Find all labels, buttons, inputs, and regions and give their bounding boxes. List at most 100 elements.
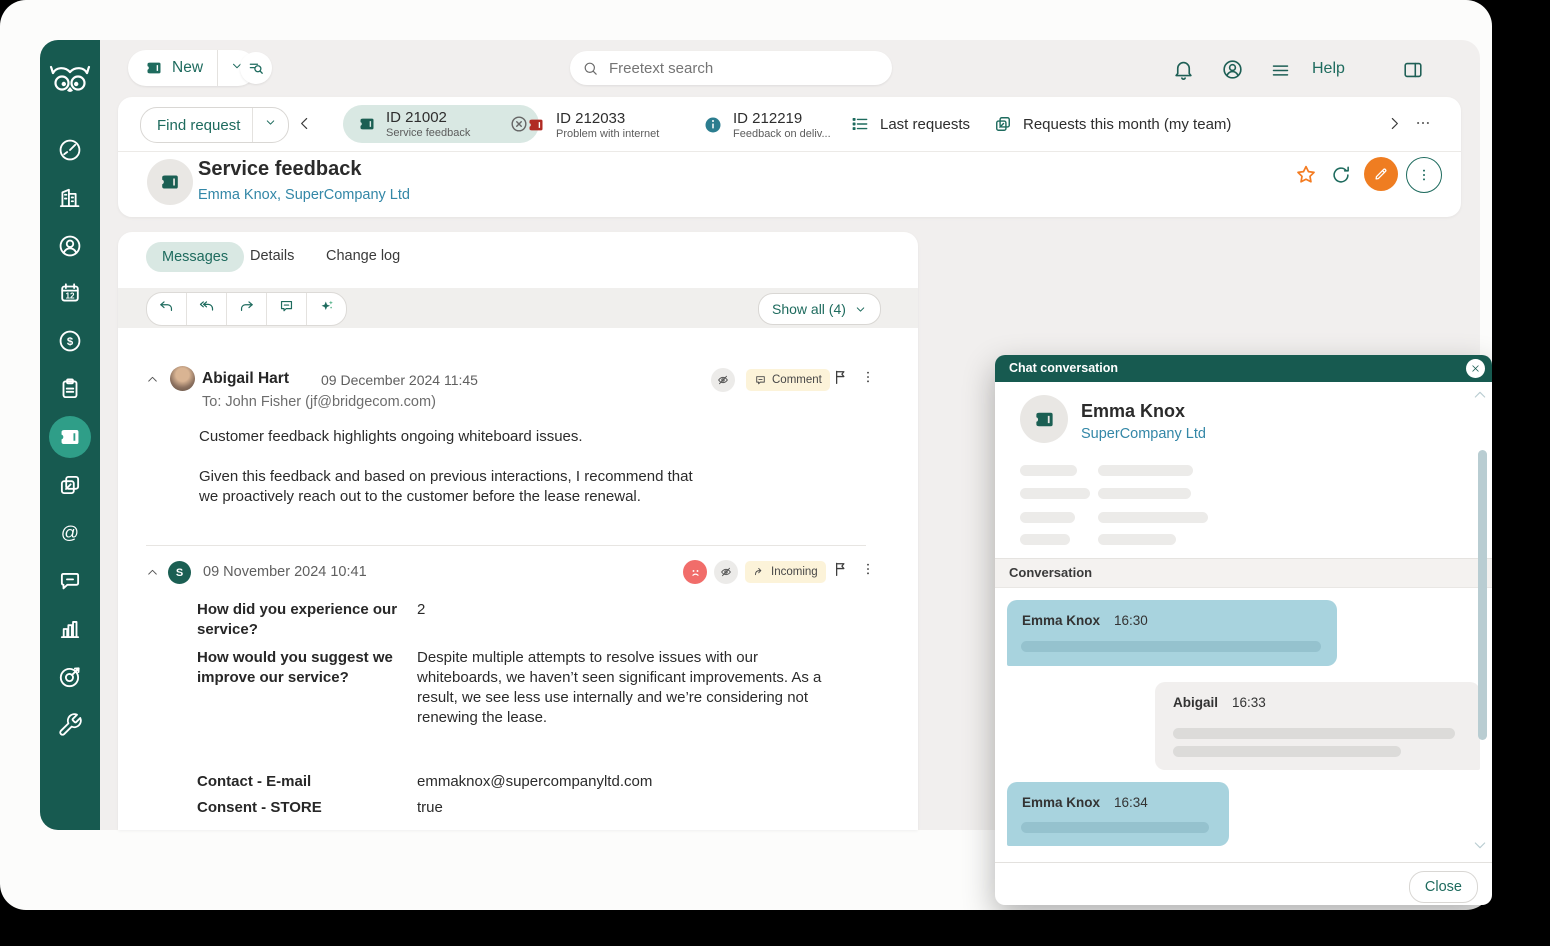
tabs-scroll-left[interactable] xyxy=(296,115,313,137)
chevron-down-icon xyxy=(854,303,867,316)
scroll-up-button[interactable] xyxy=(1472,387,1488,408)
sentiment-negative xyxy=(683,560,707,584)
sidebar-item-contacts[interactable] xyxy=(57,233,83,259)
notifications-button[interactable] xyxy=(1172,58,1195,86)
skeleton-line xyxy=(1098,465,1193,476)
qa-question: How did you experience our service? xyxy=(197,600,409,640)
star-icon xyxy=(1294,163,1318,187)
qa-question: How would you suggest we improve our ser… xyxy=(197,648,409,688)
scrollbar-thumb[interactable] xyxy=(1478,450,1487,740)
search-input[interactable] xyxy=(607,59,851,78)
menu-button[interactable] xyxy=(1270,60,1291,86)
contact-link[interactable]: Emma Knox, SuperCompany Ltd xyxy=(198,187,410,203)
sidebar-item-dashboard[interactable] xyxy=(57,137,83,163)
message-more-button[interactable] xyxy=(860,369,876,390)
find-request-dropdown[interactable] xyxy=(253,116,288,134)
badge-label: Incoming xyxy=(771,566,818,578)
sidebar-item-companies[interactable] xyxy=(57,185,83,211)
ai-assist-button[interactable] xyxy=(307,298,346,320)
chat-close-button[interactable] xyxy=(1466,359,1485,378)
flag-icon xyxy=(832,560,850,578)
sidebar-item-tasks[interactable] xyxy=(57,376,83,402)
skeleton-line xyxy=(1020,488,1090,499)
panel-toggle-button[interactable] xyxy=(1402,59,1424,86)
page-title: Service feedback xyxy=(198,158,361,181)
visibility-toggle[interactable] xyxy=(714,560,738,584)
chevron-down-icon xyxy=(264,116,277,129)
svg-text:@: @ xyxy=(61,523,79,543)
chat-close-footer-button[interactable]: Close xyxy=(1409,871,1478,903)
tab-change-log[interactable]: Change log xyxy=(326,248,400,264)
tab-messages[interactable]: Messages xyxy=(146,242,244,272)
at-sign-icon: @ xyxy=(57,520,83,546)
tab-last-requests[interactable]: Last requests xyxy=(850,114,970,134)
forward-icon xyxy=(238,298,255,315)
edit-button[interactable] xyxy=(1364,157,1398,191)
dollar-icon: $ xyxy=(57,328,83,354)
copy-docs-icon xyxy=(57,472,83,498)
tab-request-212219[interactable]: ID 212219 Feedback on deliv... xyxy=(703,110,831,140)
collapse-message-button[interactable] xyxy=(146,373,159,391)
help-link[interactable]: Help xyxy=(1312,60,1345,78)
request-more-button[interactable] xyxy=(1406,157,1442,193)
tabs-scroll-right[interactable] xyxy=(1386,115,1403,137)
message-timestamp: 09 November 2024 10:41 xyxy=(203,564,367,580)
show-all-dropdown[interactable]: Show all (4) xyxy=(758,293,881,325)
close-button-label: Close xyxy=(1425,879,1462,895)
bubble-author: Abigail xyxy=(1173,695,1218,710)
sidebar-item-settings[interactable] xyxy=(57,712,83,738)
message-more-button[interactable] xyxy=(860,561,876,582)
forward-button[interactable] xyxy=(227,298,266,320)
owl-logo-icon xyxy=(48,62,92,104)
visibility-toggle[interactable] xyxy=(711,368,735,392)
flag-button[interactable] xyxy=(832,368,850,391)
refresh-button[interactable] xyxy=(1330,164,1352,191)
sidebar-item-documents[interactable] xyxy=(57,472,83,498)
tabs-more-button[interactable] xyxy=(1414,114,1432,137)
filter-search-button[interactable] xyxy=(240,52,272,84)
sidebar-item-goals[interactable] xyxy=(57,664,83,690)
tab-details[interactable]: Details xyxy=(250,248,294,264)
conversation-section-header: Conversation xyxy=(995,558,1492,588)
collapse-message-button[interactable] xyxy=(146,566,159,584)
sidebar-item-email[interactable]: @ xyxy=(57,520,83,546)
badge-label: Comment xyxy=(772,374,822,386)
sidebar-item-reports[interactable] xyxy=(57,616,83,642)
favorite-button[interactable] xyxy=(1294,163,1318,192)
sidebar-item-calendar[interactable]: 12 xyxy=(57,280,83,306)
sparkles-icon xyxy=(318,298,335,315)
reply-all-button[interactable] xyxy=(187,298,226,320)
divider xyxy=(995,862,1492,863)
chat-dialog-header[interactable]: Chat conversation xyxy=(995,355,1492,382)
sidebar-item-tickets[interactable] xyxy=(57,424,83,450)
wrench-icon xyxy=(57,712,83,738)
scroll-down-button[interactable] xyxy=(1472,837,1488,858)
skeleton-line xyxy=(1020,465,1077,476)
flag-button[interactable] xyxy=(832,560,850,583)
refresh-icon xyxy=(1330,164,1352,186)
sidebar-item-deals[interactable]: $ xyxy=(57,328,83,354)
qa-question: Consent - STORE xyxy=(197,798,409,818)
chat-contact-name: Emma Knox xyxy=(1081,401,1185,422)
incoming-badge: Incoming xyxy=(745,561,826,583)
message-to-line: To: John Fisher (jf@bridgecom.com) xyxy=(202,394,436,410)
sidebar-item-chat[interactable] xyxy=(57,568,83,594)
find-request-button[interactable]: Find request xyxy=(140,107,289,143)
kebab-icon xyxy=(1416,167,1432,183)
avatar-letter: S xyxy=(176,567,183,579)
chat-contact-company[interactable]: SuperCompany Ltd xyxy=(1081,426,1206,442)
tab-request-212033[interactable]: ID 212033 Problem with internet xyxy=(526,110,659,140)
profile-button[interactable] xyxy=(1221,58,1244,86)
tab-requests-this-month[interactable]: Requests this month (my team) xyxy=(993,114,1231,134)
comment-button[interactable] xyxy=(267,298,306,320)
reply-button[interactable] xyxy=(147,298,186,320)
tab-request-21002[interactable]: ID 21002 Service feedback xyxy=(343,105,539,143)
bubble-author: Emma Knox xyxy=(1022,613,1100,628)
comment-badge-icon xyxy=(754,374,767,387)
new-request-button[interactable]: New xyxy=(128,50,256,86)
skeleton-line xyxy=(1098,488,1191,499)
ellipsis-icon xyxy=(1414,114,1432,132)
new-button-main[interactable]: New xyxy=(128,58,217,78)
incoming-arrow-icon xyxy=(753,566,766,579)
message-timestamp: 09 December 2024 11:45 xyxy=(321,372,478,388)
